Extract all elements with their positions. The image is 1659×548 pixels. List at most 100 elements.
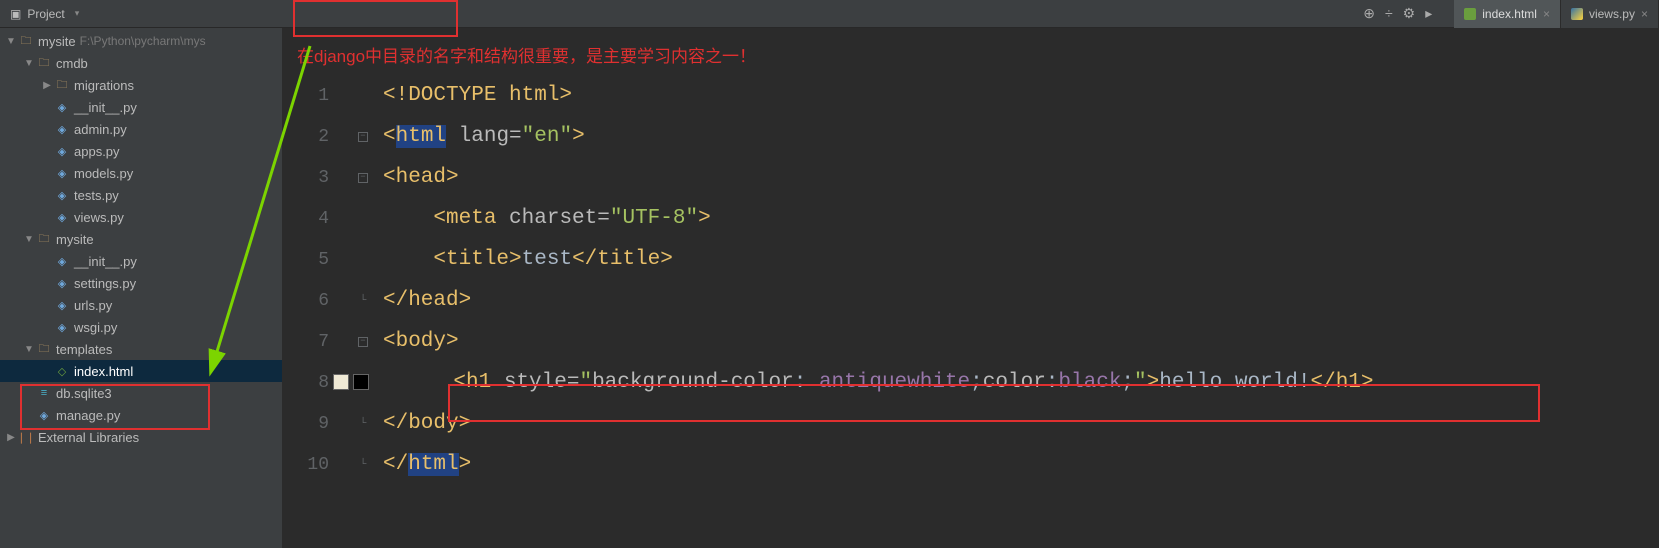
tree-item-urls-py[interactable]: ◈urls.py <box>0 294 282 316</box>
code-line-7[interactable]: 7−<body> <box>283 321 1659 362</box>
line-number: 8 <box>283 373 373 393</box>
tree-item---init---py[interactable]: ◈__init__.py <box>0 250 282 272</box>
tree-item-mysite[interactable]: 🗀mysite <box>0 228 282 250</box>
tree-label: mysite <box>56 232 94 247</box>
project-panel-header[interactable]: ▣ Project ▾ <box>0 7 130 21</box>
tree-arrow-icon[interactable] <box>40 80 54 91</box>
line-number: 7 <box>283 332 353 352</box>
code-line-10[interactable]: 10└</html> <box>283 444 1659 485</box>
tree-label: wsgi.py <box>74 320 117 335</box>
fold-gutter[interactable]: └ <box>353 418 373 430</box>
collapse-icon[interactable]: ÷ <box>1385 5 1393 22</box>
tree-label: settings.py <box>74 276 136 291</box>
fold-gutter[interactable]: − <box>353 132 373 142</box>
tree-item-templates[interactable]: 🗀templates <box>0 338 282 360</box>
tree-arrow-icon[interactable] <box>22 58 36 69</box>
tree-arrow-icon[interactable] <box>4 36 18 47</box>
tree-label: apps.py <box>74 144 120 159</box>
code-text[interactable]: <meta charset="UTF-8"> <box>373 207 711 230</box>
line-number: 1 <box>283 86 353 106</box>
tree-item-db-sqlite3[interactable]: ≡db.sqlite3 <box>0 382 282 404</box>
fold-gutter[interactable]: └ <box>353 295 373 307</box>
fold-minus-icon[interactable]: − <box>358 337 368 347</box>
py-icon: ◈ <box>54 210 70 224</box>
color-swatch-icon <box>333 374 349 390</box>
code-text[interactable]: <title>test</title> <box>373 248 673 271</box>
gear-icon[interactable]: ⚙ <box>1403 5 1416 22</box>
tree-item-index-html[interactable]: ◇ index.html <box>0 360 282 382</box>
tree-item-wsgi-py[interactable]: ◈ wsgi.py <box>0 316 282 338</box>
fold-gutter[interactable]: − <box>353 337 373 347</box>
fold-gutter[interactable]: └ <box>353 459 373 471</box>
code-text[interactable]: </head> <box>373 289 471 312</box>
close-icon[interactable]: × <box>1641 7 1648 21</box>
code-text[interactable]: <body> <box>373 330 459 353</box>
tree-label: index.html <box>74 364 133 379</box>
tree-label: mysite <box>38 34 76 49</box>
tree-label: External Libraries <box>38 430 139 445</box>
locate-icon[interactable]: ⊕ <box>1363 5 1375 22</box>
code-line-4[interactable]: 4 <meta charset="UTF-8"> <box>283 198 1659 239</box>
main-area: 🗀mysiteF:\Python\pycharm\mys🗀cmdb🗀migrat… <box>0 28 1659 548</box>
code-line-2[interactable]: 2−<html lang="en"> <box>283 116 1659 157</box>
tree-item-admin-py[interactable]: ◈admin.py <box>0 118 282 140</box>
code-line-9[interactable]: 9└</body> <box>283 403 1659 444</box>
line-number: 3 <box>283 168 353 188</box>
lib-icon: ❘❘ <box>18 430 34 444</box>
py-file-icon <box>1571 8 1583 20</box>
code-line-3[interactable]: 3−<head> <box>283 157 1659 198</box>
tree-item-cmdb[interactable]: 🗀cmdb <box>0 52 282 74</box>
py-icon: ◈ <box>54 188 70 202</box>
tree-item-views-py[interactable]: ◈views.py <box>0 206 282 228</box>
tree-item-settings-py[interactable]: ◈settings.py <box>0 272 282 294</box>
code-line-5[interactable]: 5 <title>test</title> <box>283 239 1659 280</box>
py-icon: ◈ <box>54 320 70 334</box>
code-text[interactable]: <head> <box>373 166 459 189</box>
code-line-1[interactable]: 1 <!DOCTYPE html> <box>283 75 1659 116</box>
code-text[interactable]: <h1 style="background-color: antiquewhit… <box>393 371 1374 394</box>
tree-item---init---py[interactable]: ◈__init__.py <box>0 96 282 118</box>
fold-minus-icon[interactable]: − <box>358 173 368 183</box>
code-block[interactable]: 1<!DOCTYPE html>2−<html lang="en">3−<hea… <box>283 75 1659 485</box>
code-line-6[interactable]: 6└</head> <box>283 280 1659 321</box>
tree-label: db.sqlite3 <box>56 386 112 401</box>
project-panel-title: Project <box>27 7 64 21</box>
hide-icon[interactable]: ▸ <box>1425 5 1432 22</box>
tree-item-apps-py[interactable]: ◈apps.py <box>0 140 282 162</box>
tree-label: cmdb <box>56 56 88 71</box>
py-icon: ◈ <box>54 298 70 312</box>
tree-item-External-Libraries[interactable]: ❘❘ External Libraries <box>0 426 282 448</box>
code-text[interactable]: <html lang="en"> <box>373 125 585 148</box>
line-number: 5 <box>283 250 353 270</box>
fold-gutter[interactable]: − <box>353 173 373 183</box>
code-line-8[interactable]: 8 <h1 style="background-color: antiquewh… <box>283 362 1659 403</box>
tree-item-mysite[interactable]: 🗀 mysite F:\Python\pycharm\mys <box>0 30 282 52</box>
tree-arrow-icon[interactable] <box>22 344 36 355</box>
fold-minus-icon[interactable]: − <box>358 132 368 142</box>
chevron-down-icon: ▾ <box>75 8 80 19</box>
tab-views-py[interactable]: views.py × <box>1561 0 1659 28</box>
code-text[interactable]: </html> <box>373 453 471 476</box>
py-icon: ◈ <box>36 408 52 422</box>
tree-item-manage-py[interactable]: ◈manage.py <box>0 404 282 426</box>
project-tree[interactable]: 🗀mysiteF:\Python\pycharm\mys🗀cmdb🗀migrat… <box>0 28 283 548</box>
folder-icon: 🗀 <box>18 34 34 48</box>
color-swatch-icon <box>353 374 369 390</box>
tab-label: index.html <box>1482 7 1537 21</box>
tree-item-tests-py[interactable]: ◈ tests.py <box>0 184 282 206</box>
code-text[interactable]: <!DOCTYPE html> <box>373 84 572 107</box>
close-icon[interactable]: × <box>1543 7 1550 21</box>
tree-label: admin.py <box>74 122 127 137</box>
editor[interactable]: 在django中目录的名字和结构很重要，是主要学习内容之一！ 1<!DOCTYP… <box>283 28 1659 548</box>
tree-label: tests.py <box>74 188 119 203</box>
tab-label: views.py <box>1589 7 1635 21</box>
tree-item-models-py[interactable]: ◈models.py <box>0 162 282 184</box>
tree-item-migrations[interactable]: 🗀migrations <box>0 74 282 96</box>
tab-index-html[interactable]: index.html × <box>1454 0 1561 28</box>
tree-arrow-icon[interactable] <box>22 234 36 245</box>
code-text[interactable]: </body> <box>373 412 471 435</box>
line-number: 4 <box>283 209 353 229</box>
editor-tabs: index.html × views.py × <box>1454 0 1659 28</box>
tree-path: F:\Python\pycharm\mys <box>80 34 206 48</box>
html-icon: ◇ <box>54 364 70 378</box>
